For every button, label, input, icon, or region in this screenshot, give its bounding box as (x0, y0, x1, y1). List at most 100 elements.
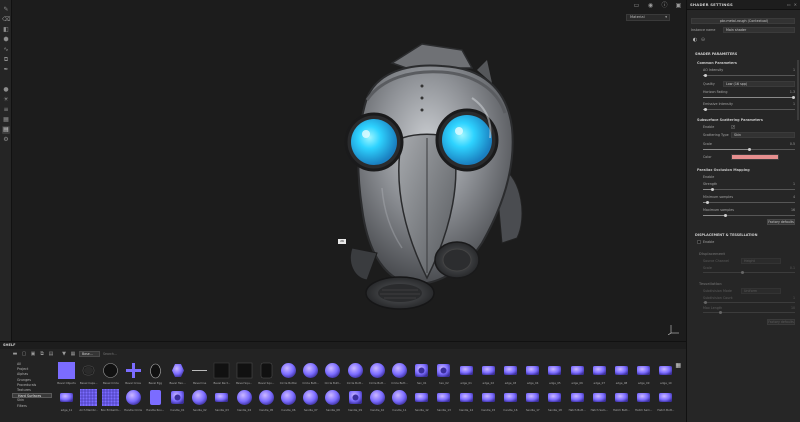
shelf-asset[interactable]: Hatch Butt... (611, 389, 632, 413)
close-icon[interactable]: ✕ (794, 2, 797, 7)
environment-icon[interactable]: ◉ (647, 2, 654, 9)
shader-toggle-icon[interactable]: ◐ (691, 36, 699, 44)
shader-link-icon[interactable]: ⊖ (699, 36, 707, 44)
min-samples-slider[interactable] (703, 201, 795, 204)
ao-intensity-slider[interactable] (703, 74, 795, 77)
horizon-fading-slider[interactable] (703, 96, 795, 99)
shelf-asset[interactable]: Circle Butt... (389, 362, 410, 386)
shelf-asset[interactable]: Circle Button (278, 362, 299, 386)
sss-enable-checkbox[interactable]: ✓ (731, 125, 735, 129)
shelf-asset[interactable]: Arch Membr... (78, 389, 99, 413)
shelf-asset[interactable]: edge_08 (611, 362, 632, 386)
shelf-asset[interactable]: edge_05 (544, 362, 565, 386)
shelf-asset[interactable]: handle_03 (211, 389, 232, 413)
sss-parameters-heading[interactable]: Subsurface Scattering Parameters (697, 118, 763, 122)
shelf-asset[interactable]: handle_11 (389, 389, 410, 413)
shelf-asset[interactable]: handle_02 (189, 389, 210, 413)
shelf-asset[interactable]: Circle Butt... (300, 362, 321, 386)
shelf-asset[interactable]: handle_09 (345, 389, 366, 413)
shelf-asset[interactable]: edge_04 (522, 362, 543, 386)
shelf-asset[interactable]: Hatch Sam... (633, 389, 654, 413)
shelf-asset[interactable]: Bevel Cross (123, 362, 144, 386)
shelf-asset[interactable]: handle_17 (522, 389, 543, 413)
gas-mask-model[interactable] (322, 38, 552, 318)
texture-set-icon[interactable]: ▦ (2, 116, 10, 124)
info-icon[interactable]: ⓘ (661, 2, 668, 9)
shelf-asset[interactable]: edge_09 (633, 362, 654, 386)
shelf-asset[interactable]: Bevel Rect... (211, 362, 232, 386)
filter-icon[interactable]: ▼ (61, 351, 67, 357)
max-samples-slider[interactable] (703, 214, 795, 217)
shelf-asset[interactable]: Circle Butt... (367, 362, 388, 386)
shelf-asset[interactable]: Circle Butt... (322, 362, 343, 386)
parallax-heading[interactable]: Parallax Occlusion Mapping (697, 168, 750, 172)
shelf-asset[interactable]: Bevel Objects (56, 362, 77, 386)
shelf-category-item[interactable]: Filters (12, 404, 52, 409)
layers-icon[interactable]: ≡ (2, 106, 10, 114)
shelf-asset[interactable]: edge_06 (567, 362, 588, 386)
settings-gear-icon[interactable]: ⚙ (2, 136, 10, 144)
shelf-asset[interactable]: handle_01 (167, 389, 188, 413)
factory-defaults-button[interactable]: Factory defaults (767, 219, 795, 225)
folder-icon[interactable]: ▬ (12, 351, 18, 357)
shelf-asset[interactable]: Hatch Sam... (589, 389, 610, 413)
shelf-search-input[interactable]: Search... (103, 351, 143, 357)
duplicate-icon[interactable]: ⧉ (39, 351, 45, 357)
shelf-asset[interactable]: Bevel line (189, 362, 210, 386)
shelf-asset[interactable]: edge_02 (478, 362, 499, 386)
projection-icon[interactable]: ◧ (2, 26, 10, 34)
shelf-asset[interactable]: Bevel Squ... (234, 362, 255, 386)
delete-icon[interactable]: ▤ (48, 351, 54, 357)
shelf-asset[interactable]: hex_02 (433, 362, 454, 386)
display-mode-dropdown[interactable]: Material ▾ (626, 14, 670, 21)
sss-scale-slider[interactable] (703, 148, 795, 151)
scattering-type-dropdown[interactable]: Skin (731, 132, 795, 138)
shelf-filter-chip[interactable]: Base... (79, 351, 100, 357)
grid-view-icon[interactable]: ▦ (70, 351, 76, 357)
import-icon[interactable]: ▣ (30, 351, 36, 357)
paint-brush-icon[interactable]: ✎ (2, 6, 10, 14)
shelf-asset[interactable]: handle_04 (234, 389, 255, 413)
shelf-asset[interactable]: Bevel Squ... (256, 362, 277, 386)
shelf-asset[interactable]: handle_18 (544, 389, 565, 413)
shelf-asset[interactable]: edge_07 (589, 362, 610, 386)
shelf-asset[interactable]: edge_03 (500, 362, 521, 386)
shelf-asset[interactable]: handle_10 (367, 389, 388, 413)
displacement-enable-checkbox[interactable] (697, 240, 701, 244)
polygon-fill-icon[interactable]: ⬢ (2, 36, 10, 44)
restore-icon[interactable]: ▭ (787, 2, 791, 7)
shader-settings-icon[interactable]: ▤ (2, 126, 10, 134)
3d-viewport[interactable]: ▭ ◉ ⓘ ▣ Material ▾ 26 (12, 0, 686, 341)
shelf-asset[interactable]: handle_12 (411, 389, 432, 413)
screenshot-icon[interactable]: ▭ (633, 2, 640, 9)
shader-file-field[interactable]: pbr-metal-rough (Contextual) (691, 18, 795, 24)
lights-icon[interactable]: ☀ (2, 96, 10, 104)
smudge-icon[interactable]: ∿ (2, 46, 10, 54)
camera-icon[interactable]: ● (2, 86, 10, 94)
common-parameters-heading[interactable]: Common Parameters (697, 61, 737, 65)
color-picker-icon[interactable]: ✒ (2, 66, 10, 74)
shelf-asset[interactable]: Bevel Circle (100, 362, 121, 386)
shelf-asset[interactable]: edge_10 (655, 362, 676, 386)
shelf-asset[interactable]: handle_15 (478, 389, 499, 413)
eraser-icon[interactable]: ⌫ (2, 16, 10, 24)
shelf-asset[interactable]: Box Embellm... (100, 389, 121, 413)
shelf-asset[interactable]: Bevel Caps... (78, 362, 99, 386)
shelf-asset[interactable]: handle_14 (456, 389, 477, 413)
shelf-asset[interactable]: hex_01 (411, 362, 432, 386)
instance-name-field[interactable]: Main shader (723, 27, 795, 33)
shelf-asset[interactable]: handle_07 (300, 389, 321, 413)
section-shader-parameters[interactable]: SHADER PARAMETERS (695, 52, 737, 56)
shelf-asset[interactable]: Handle Rou... (145, 389, 166, 413)
clone-icon[interactable]: ⧉ (2, 56, 10, 64)
shelf-asset[interactable]: handle_16 (500, 389, 521, 413)
shelf-asset[interactable]: Circle Butt... (345, 362, 366, 386)
shelf-asset[interactable]: handle_13 (433, 389, 454, 413)
thumbnail-size-icon[interactable]: ▦ (675, 362, 681, 369)
panel-scrollbar[interactable] (797, 60, 799, 120)
shelf-asset[interactable]: handle_08 (322, 389, 343, 413)
shelf-asset[interactable]: Bevel Egg (145, 362, 166, 386)
new-shelf-icon[interactable]: ▢ (21, 351, 27, 357)
sss-color-swatch[interactable] (731, 154, 779, 160)
shelf-asset[interactable]: Handle Circle (123, 389, 144, 413)
